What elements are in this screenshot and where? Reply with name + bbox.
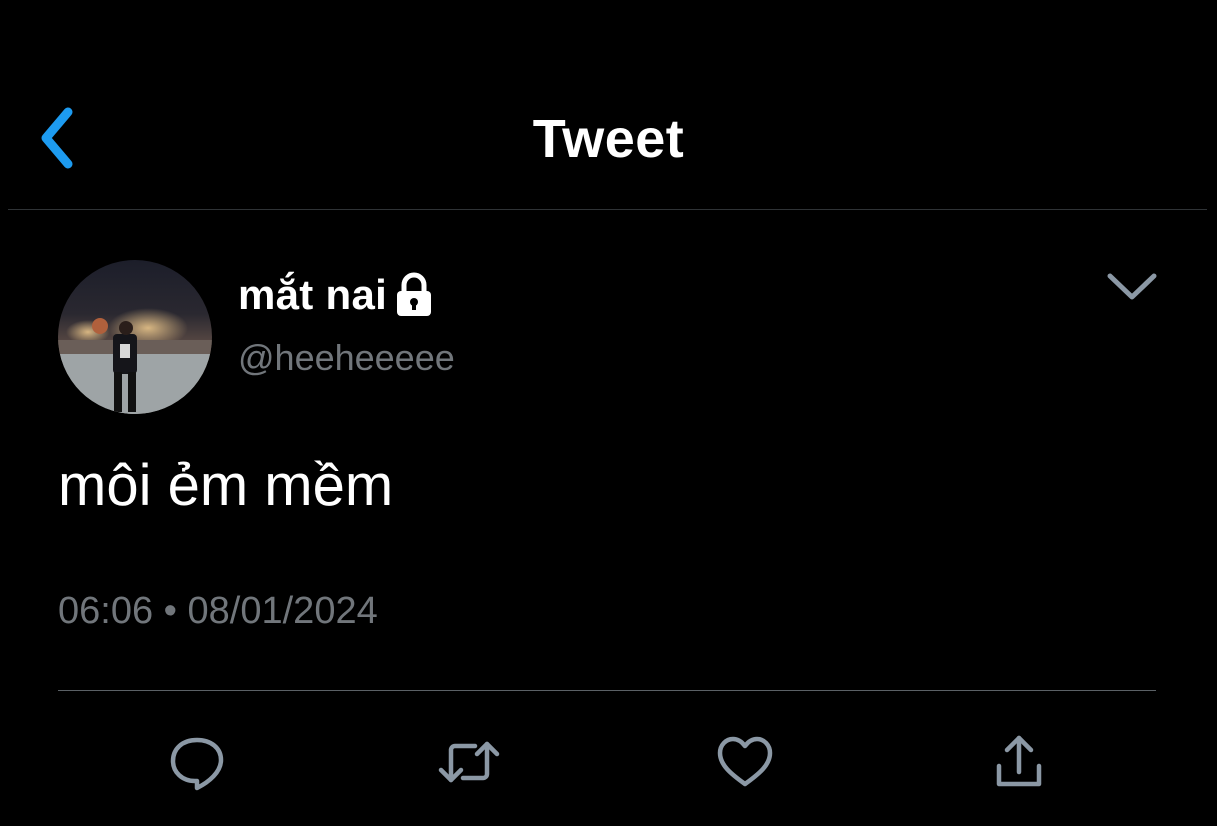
- author-display-name: mắt nai: [238, 271, 388, 318]
- lock-icon: [397, 272, 432, 316]
- action-bar-divider: [58, 690, 1156, 691]
- author-name-row[interactable]: mắt nai: [238, 268, 435, 322]
- heart-icon: [717, 736, 773, 787]
- retweet-button[interactable]: [437, 730, 501, 794]
- tweet-date: 08/01/2024: [187, 590, 378, 632]
- tweet-timestamp[interactable]: 06:06 • 08/01/2024: [58, 586, 378, 636]
- reply-button[interactable]: [165, 730, 229, 794]
- avatar-photo: [58, 260, 212, 414]
- tweet-detail-screen: Tweet mắt nai @heeheeeee môi ẻm mềm 06:0…: [0, 0, 1217, 826]
- header-divider: [8, 209, 1207, 210]
- tweet-text: môi ẻm mềm: [58, 453, 394, 518]
- author-handle[interactable]: @heeheeeee: [238, 334, 455, 382]
- retweet-icon: [438, 741, 500, 783]
- like-button[interactable]: [713, 730, 777, 794]
- tweet-time: 06:06: [58, 590, 154, 632]
- share-button[interactable]: [987, 730, 1051, 794]
- top-navigation-bar: Tweet: [0, 0, 1217, 210]
- reply-icon: [170, 737, 224, 791]
- page-title: Tweet: [532, 109, 685, 169]
- meta-separator: •: [163, 590, 177, 632]
- share-icon: [996, 735, 1042, 787]
- avatar[interactable]: [58, 260, 212, 414]
- more-options-button[interactable]: [1102, 262, 1162, 310]
- chevron-down-icon: [1107, 273, 1157, 300]
